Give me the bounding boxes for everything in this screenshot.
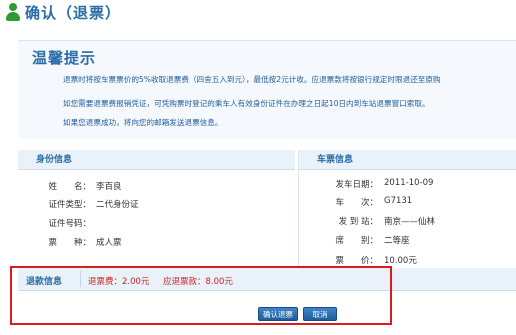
field-value: 成人票 [96, 238, 122, 248]
field-label: 票 种： [48, 238, 91, 248]
field-label: 席 别： [335, 236, 378, 246]
cancel-button[interactable]: 取消 [303, 307, 337, 321]
title-bar: 确认（退票） [0, 0, 516, 26]
confirm-refund-button[interactable]: 确认退票 [258, 307, 298, 321]
field-value: 李百良 [96, 182, 122, 192]
field-label: 姓 名： [48, 182, 91, 192]
field-value: 10.00元 [384, 256, 417, 266]
notice-line: 退票时将按车票票价的5%收取退票费（四舍五入到元），最低按2元计收。应退票款将按… [63, 75, 441, 84]
notice-line: 如果您退票成功，将向您的邮箱发送退票信息。 [63, 118, 223, 127]
field-label: 票 价： [335, 256, 378, 266]
notice-line: 如您需要退票费报销凭证，可凭购票时登记的乘车人有效身份证件在办理之日起10日内到… [63, 99, 430, 108]
user-icon [6, 3, 20, 21]
ticket-section-header: 车票信息 [299, 150, 516, 170]
field-label: 证件号码： [48, 219, 91, 229]
field-value: 2011-10-09 [384, 178, 434, 188]
notice-box: 温馨提示 退票时将按车票票价的5%收取退票费（四舍五入到元），最低按2元计收。应… [18, 40, 516, 139]
field-label: 车 次： [335, 198, 378, 208]
field-label: 发车日期： [335, 180, 378, 190]
page-title: 确认（退票） [25, 4, 122, 22]
field-value: 南京——仙林 [384, 217, 436, 227]
identity-section-header: 身份信息 [18, 150, 295, 170]
field-value: 二代身份证 [96, 200, 139, 210]
field-label: 证件类型： [48, 200, 91, 210]
field-value: 二等座 [384, 236, 410, 246]
field-value: G7131 [384, 196, 413, 206]
panel-divider [298, 150, 299, 268]
field-label: 发 到 站： [338, 217, 378, 227]
notice-title: 温馨提示 [32, 49, 97, 67]
